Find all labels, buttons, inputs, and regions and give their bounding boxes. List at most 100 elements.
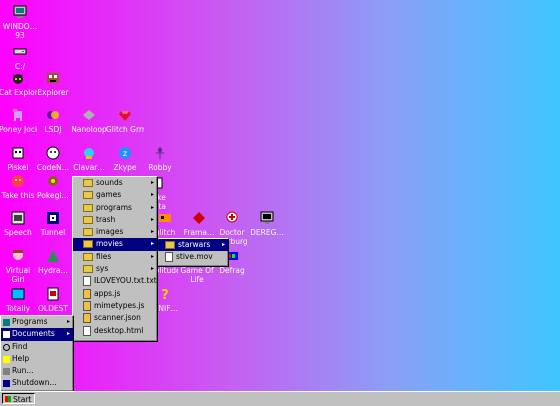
pokegl-icon bbox=[48, 176, 58, 186]
desktop-icon-c-drive[interactable]: C:/ bbox=[1, 44, 39, 71]
desktop-icon-label: OLDEST bbox=[38, 304, 68, 313]
desktop-icon-label: LSDJ bbox=[44, 125, 62, 134]
menu-item-apps-js[interactable]: apps.js bbox=[73, 288, 157, 300]
desktop-icon-glitch-grrrlz[interactable]: Glitch Grrrlz bbox=[106, 107, 144, 134]
desktop-icon-label: Speech bbox=[4, 228, 32, 237]
folder-icon bbox=[83, 228, 93, 237]
folder-icon bbox=[83, 215, 93, 224]
menu-item-files[interactable]: files ▸ bbox=[73, 251, 157, 263]
desktop-icon-label: Clavar… bbox=[73, 163, 105, 172]
menu-item-label: Help bbox=[12, 353, 30, 363]
gem-icon bbox=[119, 111, 131, 121]
start-button[interactable]: Start bbox=[2, 393, 35, 404]
documents-submenu: sounds ▸ games ▸ programs ▸ trash ▸ images ▸ … bbox=[72, 176, 158, 342]
desktop-icon-virtual-girl[interactable]: Virtual Girl bbox=[0, 248, 37, 284]
chevron-right-icon: ▸ bbox=[150, 191, 154, 199]
folder-icon bbox=[83, 203, 93, 212]
desktop-icon-cat-explorer[interactable]: Cat Explorer bbox=[0, 70, 37, 97]
menu-item-movies[interactable]: movies ▸ bbox=[73, 238, 157, 251]
desktop-icon-zkype[interactable]: z Zkype bbox=[106, 145, 144, 172]
menu-item-sounds[interactable]: sounds ▸ bbox=[73, 177, 157, 189]
menu-item-label: games bbox=[96, 190, 122, 200]
menu-item-label: sounds bbox=[96, 178, 123, 187]
desktop-icon-tunnel[interactable]: Tunnel bbox=[34, 210, 72, 237]
desktop-icon-hydra[interactable]: Hydra… bbox=[34, 248, 72, 275]
virtual-girl-icon bbox=[13, 250, 23, 260]
doctor-icon bbox=[226, 211, 238, 223]
menu-item-label: Programs bbox=[12, 317, 48, 326]
desktop-icon-clavar[interactable]: Clavar… bbox=[70, 145, 108, 172]
menu-item-trash[interactable]: trash ▸ bbox=[73, 214, 157, 226]
chevron-right-icon: ▸ bbox=[150, 252, 154, 260]
tunnel-icon bbox=[47, 212, 59, 224]
chevron-right-icon: ▸ bbox=[150, 179, 154, 186]
computer-icon bbox=[13, 5, 27, 18]
desktop-icon-label: Totally bbox=[5, 304, 31, 313]
file-icon bbox=[165, 252, 173, 263]
documents-icon bbox=[3, 331, 10, 339]
desktop-icon-windows93[interactable]: WINDO… 93 bbox=[1, 4, 39, 40]
start-menu-run[interactable]: Run... bbox=[1, 365, 73, 377]
menu-item-starwars[interactable]: starwars ▸ bbox=[155, 239, 228, 252]
desktop-icon-label: Defrag bbox=[219, 266, 245, 275]
cat-icon bbox=[13, 74, 23, 84]
menu-item-games[interactable]: games ▸ bbox=[73, 189, 157, 201]
chevron-right-icon: ▸ bbox=[150, 215, 154, 223]
disk-drive-icon bbox=[13, 48, 27, 55]
clavar-icon bbox=[84, 148, 94, 159]
desktop-icon-poney-jockey[interactable]: Poney Jockey bbox=[0, 107, 37, 134]
chevron-right-icon: ▸ bbox=[150, 265, 154, 273]
folder-icon bbox=[165, 241, 175, 249]
js-file-icon bbox=[83, 300, 91, 311]
desktop-icon-dereg[interactable]: DEREG… bbox=[248, 210, 286, 237]
menu-item-desktop-html[interactable]: desktop.html bbox=[73, 325, 157, 337]
chevron-right-icon: ▸ bbox=[150, 240, 154, 248]
desktop-icon-nanoloop[interactable]: Nanoloop bbox=[70, 107, 108, 134]
menu-item-label: programs bbox=[96, 202, 132, 212]
lsdj-icon bbox=[47, 111, 59, 119]
desktop-icon-pokegl[interactable]: Pokegl… bbox=[34, 173, 72, 200]
desktop-icon-totally[interactable]: Totally bbox=[0, 286, 37, 313]
menu-item-label: sys bbox=[96, 264, 109, 274]
menu-item-label: desktop.html bbox=[94, 325, 144, 335]
chevron-right-icon: ▸ bbox=[221, 241, 225, 248]
desktop-icon-label: WINDO… 93 bbox=[2, 22, 38, 40]
menu-item-scanner-json[interactable]: scanner.json bbox=[73, 312, 157, 324]
desktop-icon-take-this[interactable]: Take this bbox=[0, 173, 37, 200]
start-menu-programs[interactable]: Programs ▸ bbox=[1, 316, 73, 328]
desktop-icon-piskel[interactable]: Piskel bbox=[0, 145, 37, 172]
start-menu-help[interactable]: Help bbox=[1, 353, 73, 365]
menu-item-images[interactable]: images ▸ bbox=[73, 226, 157, 238]
desktop-icon-label: Robby bbox=[148, 163, 172, 172]
desktop-icon-coden[interactable]: CodeN… bbox=[34, 145, 72, 172]
desktop-icon-label: Cat Explorer bbox=[0, 88, 37, 97]
desktop-icon-robby[interactable]: Robby bbox=[141, 145, 179, 172]
desktop-icon-oldest[interactable]: OLDEST bbox=[34, 286, 72, 313]
desktop-icon-label: Pokegl… bbox=[37, 191, 69, 200]
desktop-icon-label: Zkype bbox=[113, 163, 137, 172]
menu-item-label: apps.js bbox=[94, 288, 121, 298]
desktop-icon-lsdj[interactable]: LSDJ bbox=[34, 107, 72, 134]
desktop-icon-speech[interactable]: Speech bbox=[0, 210, 37, 237]
menu-item-iloveyou[interactable]: ILOVEYOU.txt.txt bbox=[73, 275, 157, 287]
folder-icon bbox=[83, 240, 93, 249]
menu-item-sys[interactable]: sys ▸ bbox=[73, 263, 157, 275]
speech-icon bbox=[11, 211, 25, 225]
start-menu-find[interactable]: Find bbox=[1, 341, 73, 353]
glitch-icon bbox=[159, 214, 171, 222]
desktop-icon-label: Game Of Life bbox=[180, 266, 214, 284]
chevron-right-icon: ▸ bbox=[150, 203, 154, 211]
monitor-icon bbox=[260, 211, 274, 224]
menu-item-stive-mov[interactable]: stive.mov bbox=[155, 251, 228, 263]
menu-item-label: Find bbox=[12, 341, 28, 351]
desktop-icon-explorer[interactable]: Explorer bbox=[34, 70, 72, 97]
frama-icon bbox=[193, 212, 205, 224]
menu-item-label: mimetypes.js bbox=[94, 300, 145, 310]
robot-icon bbox=[156, 147, 164, 159]
start-menu-documents[interactable]: Documents ▸ bbox=[1, 328, 73, 341]
menu-item-programs[interactable]: programs ▸ bbox=[73, 202, 157, 214]
folder-icon bbox=[83, 179, 93, 187]
start-menu-shutdown[interactable]: Shutdown... bbox=[1, 377, 73, 389]
menu-item-mimetypes-js[interactable]: mimetypes.js bbox=[73, 300, 157, 312]
menu-item-label: scanner.json bbox=[94, 313, 141, 323]
